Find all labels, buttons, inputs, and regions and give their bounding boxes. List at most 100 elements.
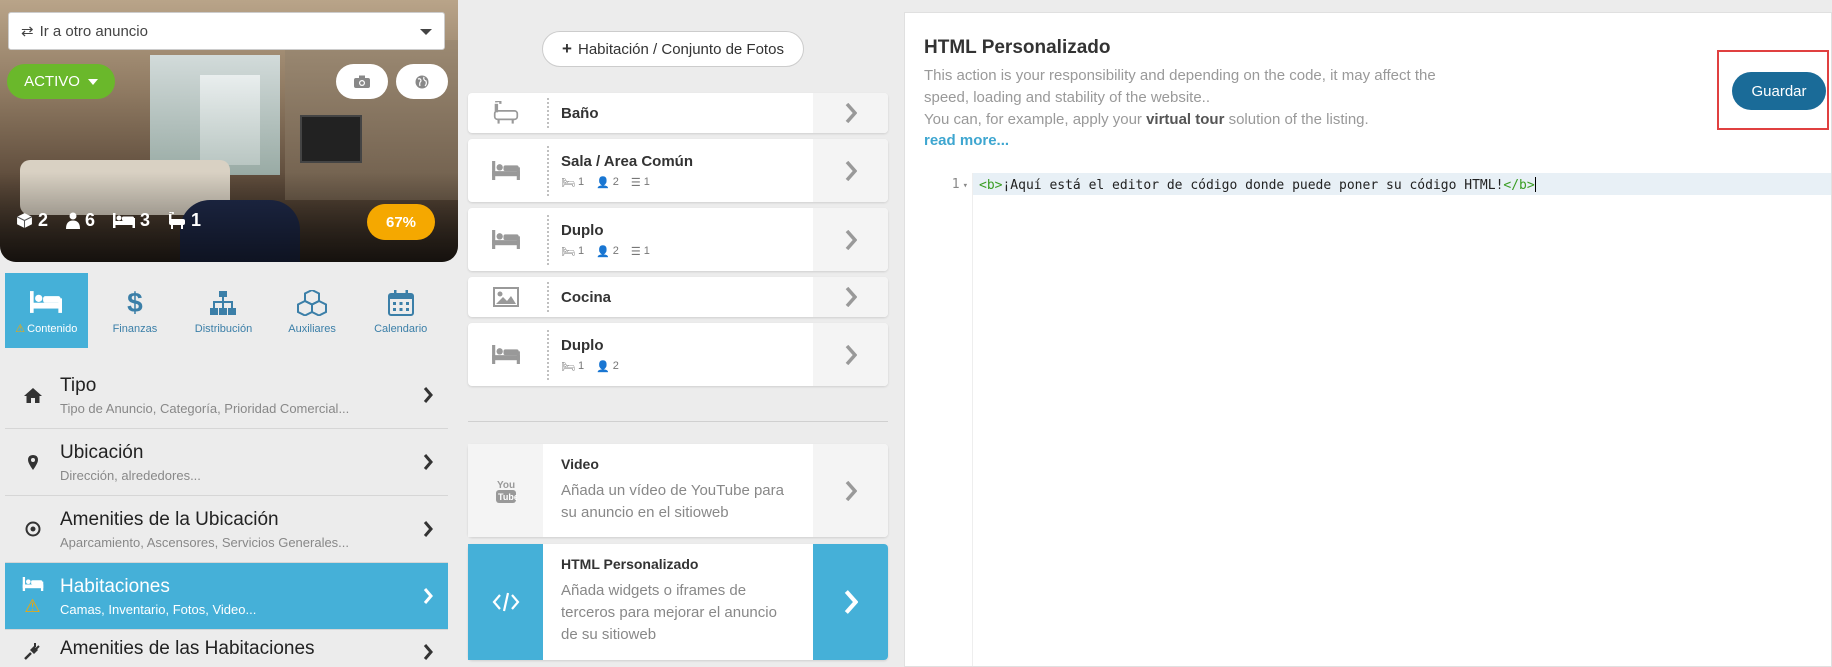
tab-auxiliares[interactable]: Auxiliares	[271, 273, 354, 348]
stat-units: 2	[16, 210, 48, 231]
tab-distribucion[interactable]: Distribución	[182, 273, 265, 348]
listing-stats: 2 6 3 1	[16, 210, 201, 231]
status-label: ACTIVO	[24, 73, 80, 90]
menu-item-habitaciones[interactable]: ⚠ Habitaciones Camas, Inventario, Fotos, …	[5, 563, 448, 630]
home-icon	[23, 387, 42, 403]
menu-item-ubicacion[interactable]: Ubicación Dirección, alrededores...	[5, 429, 448, 496]
chevron-right-icon	[845, 103, 857, 123]
tab-finanzas[interactable]: $ Finanzas	[94, 273, 177, 348]
person-icon: 👤	[596, 176, 610, 189]
svg-text:Tube: Tube	[498, 492, 517, 502]
chevron-right-icon	[423, 387, 433, 403]
photo-button[interactable]	[336, 64, 388, 99]
bed-icon	[491, 345, 520, 364]
chevron-right-icon	[845, 344, 857, 365]
code-icon	[492, 592, 519, 612]
stat-guests: 6	[66, 210, 95, 231]
chevron-right-icon	[845, 160, 857, 181]
content-menu: Tipo Tipo de Anuncio, Categoría, Priorida…	[5, 362, 448, 667]
target-icon	[25, 521, 40, 537]
bed-icon	[491, 161, 520, 180]
dollar-icon: $	[127, 286, 143, 318]
bathtub-icon	[169, 212, 186, 229]
tab-calendario[interactable]: Calendario	[359, 273, 442, 348]
menu-item-amenities-habitaciones[interactable]: Amenities de las Habitaciones	[5, 630, 448, 667]
custom-html-card[interactable]: HTML Personalizado Añada widgets o ifram…	[468, 544, 888, 660]
person-icon: 👤	[596, 360, 610, 373]
plug-icon	[23, 643, 40, 660]
line-number: 1	[951, 177, 960, 192]
drag-handle[interactable]	[543, 139, 553, 202]
chevron-right-icon	[423, 454, 433, 470]
person-icon: 👤	[596, 245, 610, 258]
calendar-icon	[387, 289, 414, 316]
camera-icon	[354, 75, 370, 88]
sitemap-icon	[210, 290, 237, 315]
section-tabs: ⚠ Contenido $ Finanzas Distribución Auxil…	[5, 273, 448, 348]
bed-icon	[30, 291, 63, 313]
drag-handle[interactable]	[543, 208, 553, 271]
chevron-down-icon	[420, 29, 432, 35]
code-editor[interactable]: 1 ▾ <b>¡Aquí está el editor de código don…	[905, 173, 1831, 666]
bed-icon: 🛏	[561, 176, 575, 189]
globe-icon	[415, 75, 429, 88]
chevron-right-icon	[844, 590, 858, 614]
save-button[interactable]: Guardar	[1732, 72, 1826, 110]
divider	[468, 421, 888, 422]
editor-line[interactable]: <b>¡Aquí está el editor de código donde …	[973, 173, 1831, 195]
menu-item-tipo[interactable]: Tipo Tipo de Anuncio, Categoría, Priorida…	[5, 362, 448, 429]
bathtub-icon	[493, 101, 518, 124]
goto-listing-select[interactable]: ⇄ Ir a otro anuncio	[8, 12, 445, 50]
video-card[interactable]: You Tube Video Añada un vídeo de YouTube …	[468, 444, 888, 537]
website-button[interactable]	[396, 64, 448, 99]
room-item[interactable]: Sala / Area Común 🛏 1 👤 2 ☰ 1	[468, 139, 888, 202]
cubes-icon	[297, 289, 328, 316]
warning-icon: ⚠	[24, 596, 41, 616]
read-more-link[interactable]: read more...	[924, 132, 1484, 149]
stat-beds: 3	[113, 210, 150, 231]
bed-icon	[491, 230, 520, 249]
fold-arrow-icon[interactable]: ▾	[963, 181, 968, 191]
caret-down-icon	[87, 78, 98, 85]
list-icon: ☰	[630, 245, 641, 258]
editor-gutter: 1 ▾	[905, 173, 973, 666]
room-item[interactable]: Cocina	[468, 277, 888, 317]
panel-description: This action is your responsibility and d…	[924, 67, 1436, 128]
image-icon	[492, 287, 519, 307]
plus-icon: +	[562, 39, 572, 58]
chevron-right-icon	[423, 644, 433, 660]
drag-handle[interactable]	[543, 323, 553, 386]
swap-arrows-icon: ⇄	[21, 23, 34, 40]
youtube-icon: YouTube	[495, 480, 517, 503]
rooms-panel: + Habitación / Conjunto de Fotos Baño Sa…	[458, 0, 888, 667]
person-icon	[66, 212, 81, 229]
room-item[interactable]: Baño	[468, 93, 888, 133]
status-dropdown[interactable]: ACTIVO	[7, 64, 115, 99]
map-pin-icon	[27, 454, 38, 470]
warning-icon: ⚠	[15, 323, 26, 335]
add-room-button[interactable]: + Habitación / Conjunto de Fotos	[542, 31, 804, 67]
chevron-right-icon	[845, 480, 857, 501]
bed-icon	[22, 577, 43, 591]
goto-listing-label: Ir a otro anuncio	[39, 22, 148, 40]
completion-badge: 67%	[367, 204, 435, 240]
text-cursor	[1534, 177, 1536, 192]
tab-contenido[interactable]: ⚠ Contenido	[5, 273, 88, 348]
custom-html-panel: HTML Personalizado This action is your r…	[904, 12, 1832, 667]
room-item[interactable]: Duplo 🛏 1 👤 2 ☰ 1	[468, 208, 888, 271]
chevron-right-icon	[423, 521, 433, 537]
bed-icon	[113, 213, 136, 228]
stat-baths: 1	[168, 210, 201, 231]
chevron-right-icon	[423, 588, 433, 604]
room-item[interactable]: Duplo 🛏 1 👤 2	[468, 323, 888, 386]
chevron-right-icon	[845, 229, 857, 250]
bed-icon: 🛏	[561, 245, 575, 258]
menu-item-amenities-ubicacion[interactable]: Amenities de la Ubicación Aparcamiento, A…	[5, 496, 448, 563]
drag-handle[interactable]	[543, 277, 553, 317]
room-list: Baño Sala / Area Común 🛏1 👤2 ☰1 Duplo	[468, 93, 888, 392]
chevron-right-icon	[845, 287, 857, 307]
bed-icon: 🛏	[561, 360, 575, 373]
list-icon: ☰	[630, 176, 641, 189]
drag-handle[interactable]	[543, 93, 553, 133]
svg-text:You: You	[497, 480, 515, 491]
